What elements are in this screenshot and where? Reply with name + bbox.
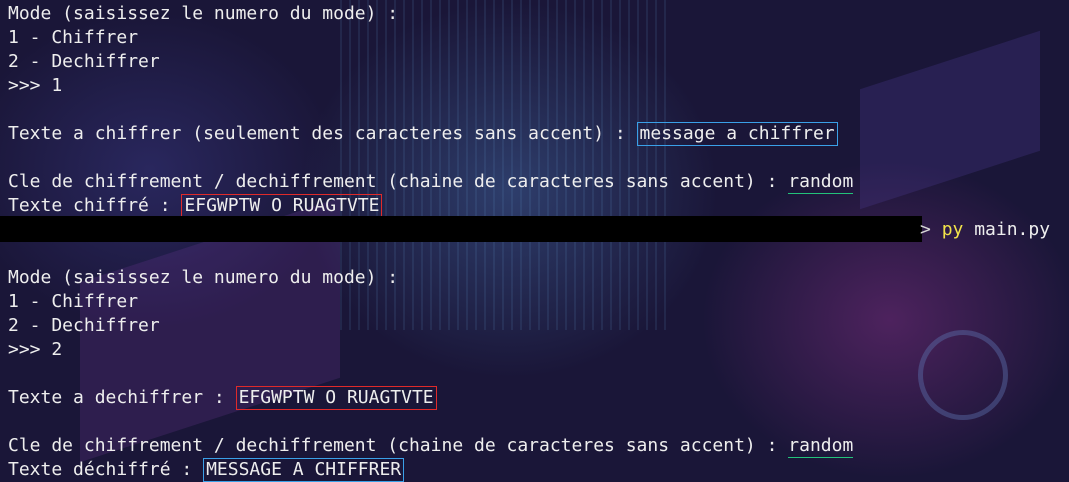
- redacted-prompt-bar: [0, 216, 922, 242]
- key-line: Cle de chiffrement / dechiffrement (chai…: [8, 170, 854, 194]
- ciphertext-input-highlight: EFGWPTW O RUAGTVTE: [235, 386, 437, 410]
- prompt-chevron: >: [920, 219, 942, 240]
- mode-input-line: >>> 1: [8, 75, 63, 96]
- mode-prompt-line-2: Mode (saisissez le numero du mode) :: [8, 267, 399, 288]
- key-line-2: Cle de chiffrement / dechiffrement (chai…: [8, 434, 854, 458]
- plaintext-prompt: Texte a chiffrer (seulement des caracter…: [8, 123, 637, 144]
- plaintext-value-highlight: message a chiffrer: [636, 122, 838, 146]
- command-argument: main.py: [963, 219, 1051, 240]
- option-encrypt-line-2: 1 - Chiffrer: [8, 291, 139, 312]
- ciphertext-prompt: Texte a dechiffrer :: [8, 387, 236, 408]
- plaintext-line: Texte a chiffrer (seulement des caracter…: [8, 122, 838, 146]
- ciphertext-value-highlight: EFGWPTW O RUAGTVTE: [181, 194, 383, 218]
- plaintext-result-line: Texte déchiffré : MESSAGE A CHIFFRER: [8, 458, 405, 482]
- command-name: py: [941, 219, 964, 240]
- key-value-underlined-2: random: [788, 435, 854, 458]
- key-prompt-2: Cle de chiffrement / dechiffrement (chai…: [8, 435, 789, 456]
- mode-input-line-2: >>> 2: [8, 339, 63, 360]
- option-decrypt-line: 2 - Dechiffrer: [8, 51, 160, 72]
- option-decrypt-line-2: 2 - Dechiffrer: [8, 315, 160, 336]
- ciphertext-result-line: Texte chiffré : EFGWPTW O RUAGTVTE: [8, 194, 383, 218]
- key-value-underlined: random: [788, 171, 854, 194]
- mode-prompt-line: Mode (saisissez le numero du mode) :: [8, 3, 399, 24]
- key-prompt: Cle de chiffrement / dechiffrement (chai…: [8, 171, 789, 192]
- plaintext-result-label: Texte déchiffré :: [8, 459, 204, 480]
- ciphertext-label: Texte chiffré :: [8, 195, 182, 216]
- option-encrypt-line: 1 - Chiffrer: [8, 27, 139, 48]
- shell-command-line: > py main.py: [920, 218, 1050, 242]
- plaintext-result-highlight: MESSAGE A CHIFFRER: [203, 458, 405, 482]
- ciphertext-input-line: Texte a dechiffrer : EFGWPTW O RUAGTVTE: [8, 386, 437, 410]
